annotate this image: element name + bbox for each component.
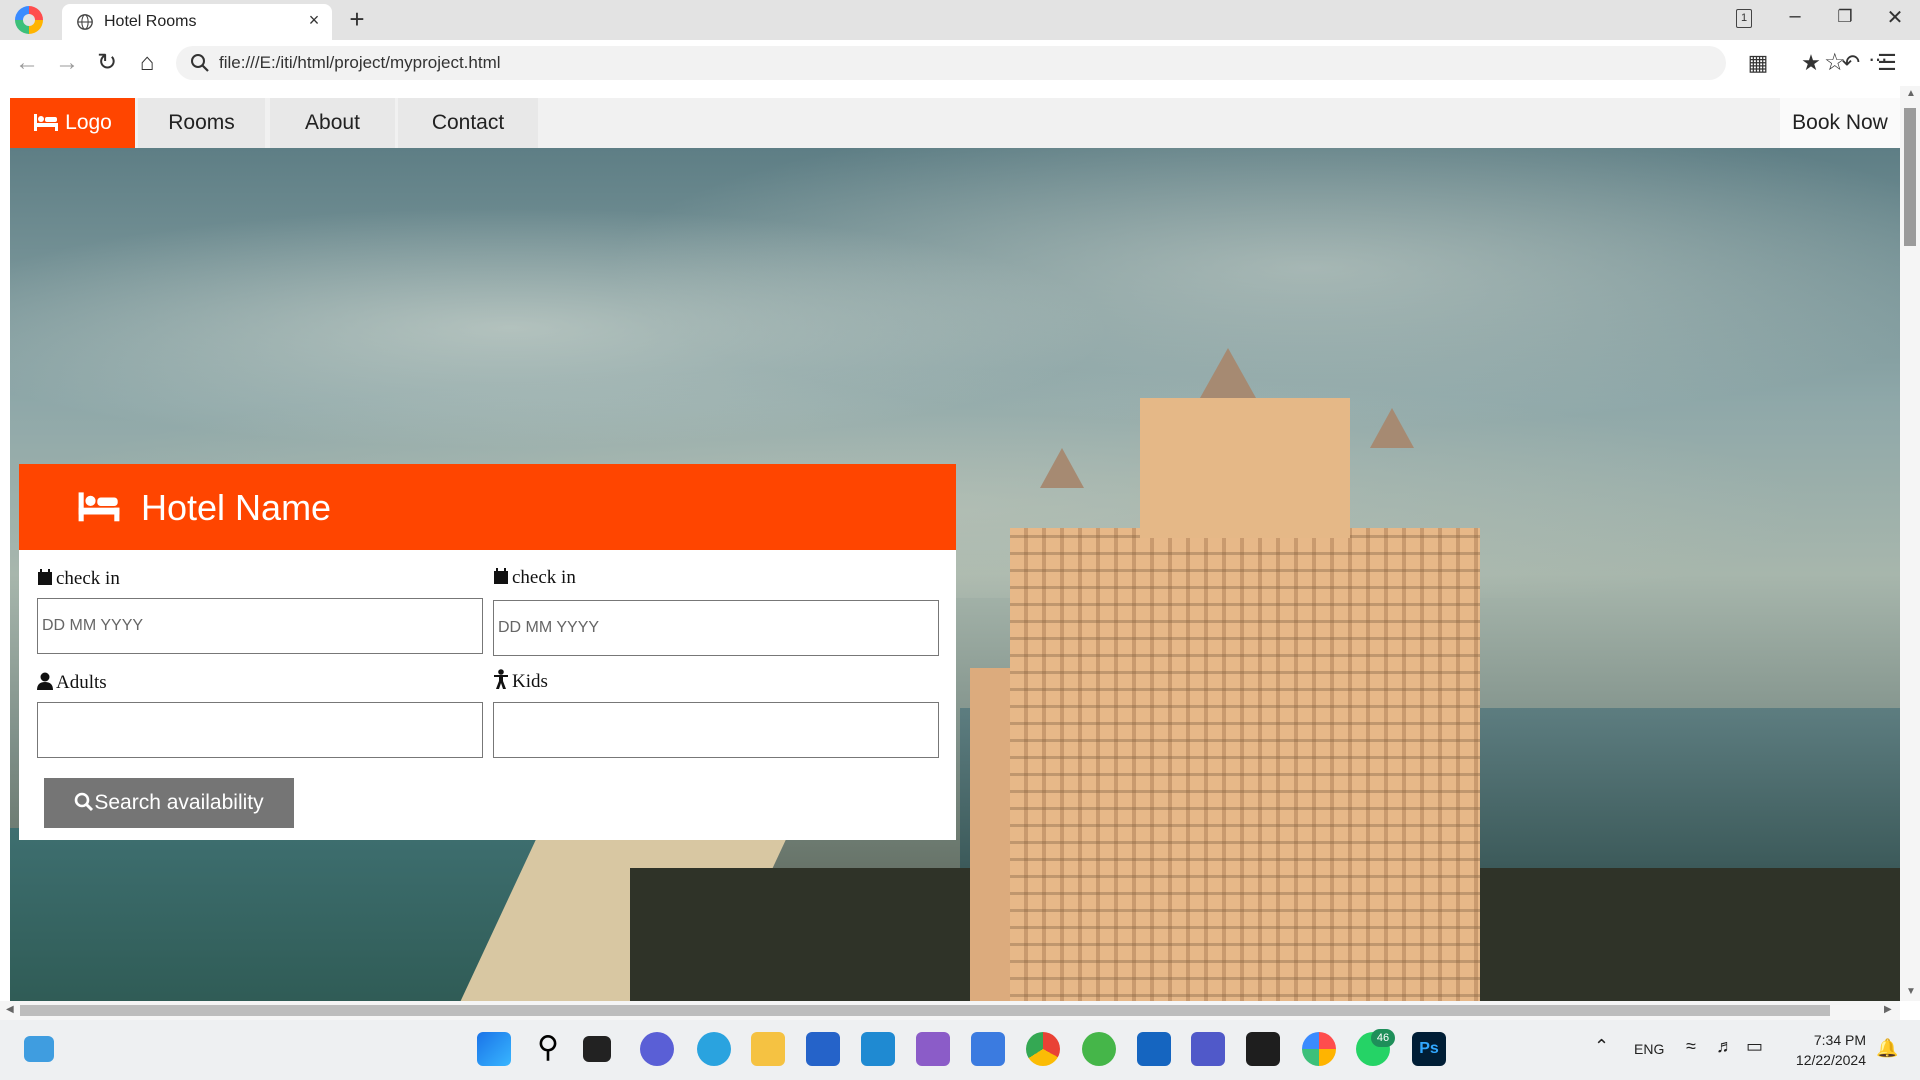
scroll-up-icon[interactable]: ▲ [1906,88,1916,99]
check-in-date-input[interactable] [37,598,483,654]
hotel-tower [1140,398,1350,538]
file-explorer-icon[interactable] [751,1032,785,1066]
cloud-upload-icon[interactable] [1082,1032,1116,1066]
check-in-label-2: check in [493,567,576,589]
child-icon [494,669,508,689]
search-icon [191,54,209,72]
nav-logo-label: Logo [65,111,112,134]
user-icon [37,672,53,690]
check-in-label: check in [37,568,120,590]
url-bar[interactable]: file:///E:/iti/html/project/myproject.ht… [176,46,1888,80]
home-icon[interactable]: ⌂ [132,48,162,78]
address-toolbar: ← → ↻ ⌂ file:///E:/iti/html/project/mypr… [0,40,1920,86]
scroll-left-icon[interactable]: ◀ [6,1004,14,1015]
browser-tab-bar: Hotel Rooms × + 1 – ❐ ✕ [0,0,1920,40]
tab-count-icon[interactable]: 1 [1736,9,1752,28]
telegram-icon[interactable] [697,1032,731,1066]
scroll-down-icon[interactable]: ▼ [1906,986,1916,997]
search-button-label: Search availability [94,791,264,814]
close-window-icon[interactable]: ✕ [1880,5,1910,30]
adults-input[interactable] [37,702,483,758]
teams-icon[interactable] [1191,1032,1225,1066]
terminal-icon[interactable] [1246,1032,1280,1066]
minimize-icon[interactable]: – [1780,5,1810,28]
menu-icon[interactable]: ☰ [1872,48,1902,78]
nav-rooms-link[interactable]: Rooms [138,98,265,148]
windows-start-icon[interactable] [477,1032,511,1066]
notification-bell-icon[interactable]: 🔔 [1876,1038,1898,1059]
site-navbar: Logo Rooms About Contact Book Now [10,98,1900,148]
nav-about-link[interactable]: About [270,98,395,148]
mail-icon[interactable] [971,1032,1005,1066]
taskbar: ⚲ 46 Ps ⌃ ENG ≈ ♬ ▭ 7:34 PM 12/22/2024 🔔 [0,1020,1920,1080]
wifi-icon[interactable]: ≈ [1686,1036,1696,1057]
adults-label-text: Adults [56,672,107,693]
browser-taskbar-icon[interactable] [1302,1032,1336,1066]
tab-title: Hotel Rooms [104,13,197,30]
hotel-name-title: Hotel Name [141,487,332,528]
vscode-icon[interactable] [861,1032,895,1066]
vertical-scrollbar[interactable]: ▲ ▼ [1900,86,1920,1001]
horizontal-scroll-thumb[interactable] [20,1005,1830,1016]
bed-icon [34,114,59,131]
globe-icon [77,14,93,30]
url-text: file:///E:/iti/html/project/myproject.ht… [219,53,501,72]
tower-roof [1200,348,1256,398]
chrome-icon[interactable] [1026,1032,1060,1066]
adults-label: Adults [37,672,107,694]
apps-grid-icon[interactable]: ▦ [1743,48,1773,78]
check-in-label-text: check in [512,567,576,588]
page-viewport: Logo Rooms About Contact Book Now Hotel … [0,86,1920,1020]
hotel-building [1010,528,1480,1001]
horizontal-scrollbar[interactable]: ◀ ▶ [0,1001,1900,1020]
language-indicator[interactable]: ENG [1634,1041,1664,1057]
kids-label-text: Kids [512,671,548,692]
search-icon[interactable]: ⚲ [531,1032,565,1066]
new-tab-button[interactable]: + [343,4,371,35]
clock-date[interactable]: 12/22/2024 [1785,1052,1866,1068]
scroll-right-icon[interactable]: ▶ [1884,1004,1892,1015]
tower-roof [1370,408,1414,448]
nav-contact-link[interactable]: Contact [398,98,538,148]
undo-icon[interactable]: ↶ [1836,48,1866,78]
store-icon[interactable] [806,1032,840,1066]
bed-icon [78,492,120,522]
web-page: Logo Rooms About Contact Book Now Hotel … [10,98,1900,1001]
widgets-icon[interactable] [24,1036,54,1062]
search-availability-button[interactable]: Search availability [44,778,294,828]
favorites-icon[interactable]: ★ [1796,48,1826,78]
nav-logo-link[interactable]: Logo [10,98,135,148]
calendar-icon [38,569,52,585]
outlook-icon[interactable] [1137,1032,1171,1066]
back-icon[interactable]: ← [12,48,42,78]
photoshop-icon[interactable]: Ps [1412,1032,1446,1066]
check-out-date-input[interactable] [493,600,939,656]
calendar-icon [494,568,508,584]
kids-label: Kids [493,669,548,693]
nav-book-now-link[interactable]: Book Now [1780,98,1900,148]
notification-badge: 46 [1371,1029,1395,1047]
check-in-label-text: check in [56,568,120,589]
hero-hotel-image: Hotel Name check in check in [10,148,1900,1001]
visual-studio-icon[interactable] [916,1032,950,1066]
search-icon [75,792,94,812]
forward-icon[interactable]: → [52,48,82,78]
browser-tab[interactable]: Hotel Rooms × [62,4,332,40]
chevron-up-icon[interactable]: ⌃ [1594,1036,1609,1057]
chat-icon[interactable] [640,1032,674,1066]
battery-icon[interactable]: ▭ [1746,1036,1763,1057]
kids-input[interactable] [493,702,939,758]
clock-time[interactable]: 7:34 PM [1810,1032,1866,1048]
booking-form-card: Hotel Name check in check in [19,464,956,840]
browser-logo-icon[interactable] [15,6,43,34]
task-view-icon[interactable] [583,1036,611,1062]
tab-close-icon[interactable]: × [304,10,324,31]
reload-icon[interactable]: ↻ [92,48,122,78]
tower-roof [1040,448,1084,488]
vertical-scroll-thumb[interactable] [1904,108,1916,246]
volume-icon[interactable]: ♬ [1716,1036,1734,1057]
booking-card-header: Hotel Name [19,464,956,550]
restore-icon[interactable]: ❐ [1830,7,1860,27]
